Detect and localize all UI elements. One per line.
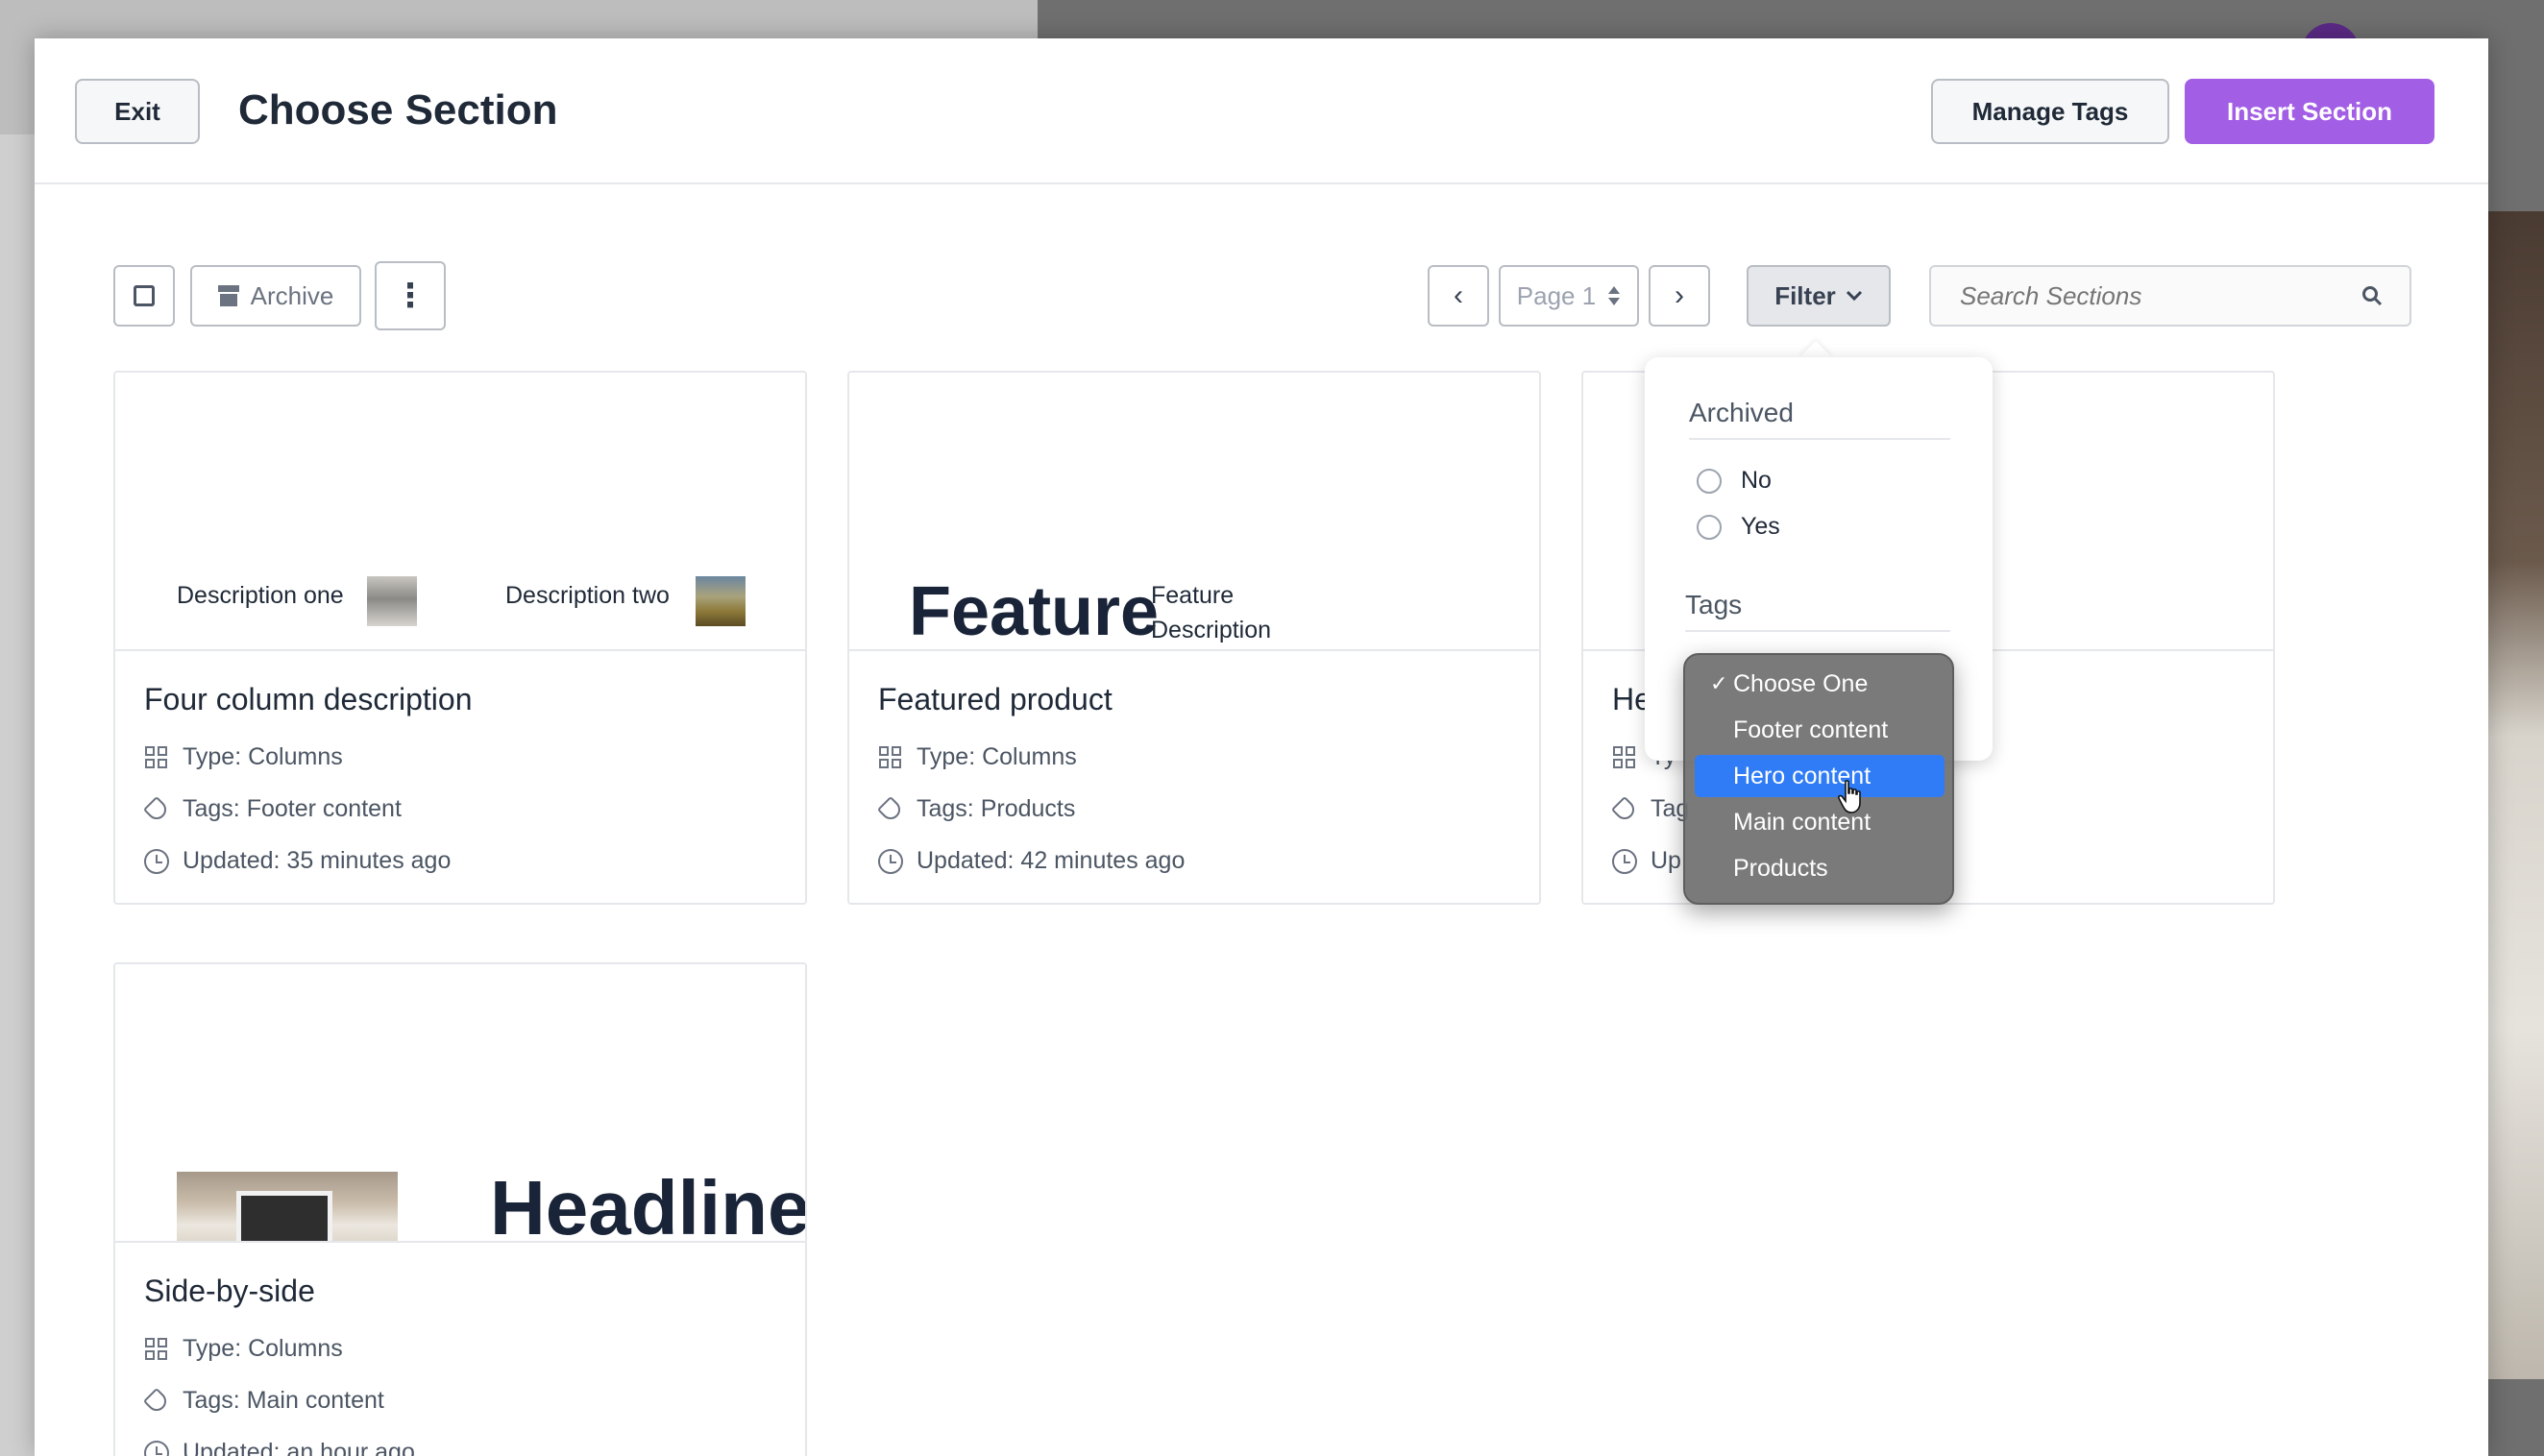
- card-preview: Feature Feature Description: [849, 373, 1539, 651]
- preview-feature-description: Feature Description: [1151, 582, 1272, 643]
- card-tags: Tags: Products: [876, 795, 1076, 823]
- archive-icon: [217, 285, 239, 306]
- preview-description-one: Description one: [177, 582, 344, 609]
- card-updated: Up: [1612, 847, 1681, 875]
- archived-option-yes[interactable]: Yes: [1697, 513, 1780, 541]
- card-updated: Updated: an hour ago: [144, 1439, 415, 1456]
- clock-icon: [1612, 848, 1637, 874]
- card-type-text: Type: Columns: [917, 743, 1077, 770]
- option-label: Choose One: [1733, 669, 1869, 697]
- modal-header: Exit Choose Section Manage Tags Insert S…: [35, 38, 2488, 184]
- card-tags-text: Tags: Main content: [183, 1387, 384, 1414]
- page-title: Choose Section: [238, 86, 558, 133]
- tag-icon: [1610, 795, 1639, 823]
- card-tags: Tags: Footer content: [142, 795, 402, 823]
- tag-icon: [876, 795, 905, 823]
- checkbox-icon: [134, 285, 155, 306]
- radio-label: No: [1741, 467, 1772, 494]
- card-type-text: Type: Columns: [183, 1335, 343, 1362]
- exit-button[interactable]: Exit: [75, 79, 200, 144]
- select-option-products[interactable]: Products: [1695, 847, 1945, 889]
- filter-button[interactable]: Filter: [1747, 265, 1891, 327]
- clock-icon: [144, 848, 169, 874]
- page-select-value: Page 1: [1516, 280, 1597, 310]
- card-preview: Headline: [115, 964, 805, 1243]
- card-type-text: Type: Columns: [183, 743, 343, 770]
- page-select[interactable]: Page 1: [1499, 265, 1639, 327]
- radio-label: Yes: [1741, 513, 1780, 540]
- card-title: Featured product: [878, 682, 1113, 716]
- select-option-footer-content[interactable]: Footer content: [1695, 709, 1945, 751]
- preview-thumbnail: [367, 576, 417, 626]
- card-tags: Tag: [1610, 795, 1689, 823]
- filter-label: Filter: [1774, 280, 1836, 310]
- search-icon[interactable]: [2361, 285, 2383, 306]
- search-input[interactable]: [1960, 280, 2325, 311]
- card-title: Side-by-side: [144, 1274, 315, 1308]
- card-updated-text: Updated: 42 minutes ago: [917, 847, 1186, 874]
- radio-button[interactable]: [1697, 514, 1722, 540]
- card-tags-text: Tags: Products: [917, 795, 1076, 822]
- card-updated-text: Updated: 35 minutes ago: [183, 847, 452, 874]
- background-image: [2488, 211, 2544, 1379]
- tag-icon: [142, 1387, 171, 1415]
- manage-tags-button[interactable]: Manage Tags: [1931, 79, 2169, 144]
- grid-icon: [144, 1337, 169, 1362]
- insert-section-button[interactable]: Insert Section: [2185, 79, 2434, 144]
- section-card[interactable]: Feature Feature Description Featured pro…: [847, 371, 1541, 905]
- preview-feature-heading: Feature: [909, 573, 1160, 650]
- more-options-button[interactable]: ⋮: [375, 261, 446, 330]
- archived-heading: Archived: [1689, 398, 1794, 427]
- preview-thumbnail: [696, 576, 746, 626]
- preview-image: [177, 1172, 398, 1241]
- section-card[interactable]: Headline Side-by-side Type: Columns Tags…: [113, 962, 807, 1456]
- archive-label: Archive: [250, 280, 334, 310]
- card-preview: Description one Description two: [115, 373, 805, 651]
- card-type: Type: Columns: [144, 1335, 343, 1363]
- card-updated: Updated: 42 minutes ago: [878, 847, 1185, 875]
- hand-cursor-icon: [1838, 780, 1861, 813]
- card-type: Type: Columns: [878, 743, 1077, 771]
- clock-icon: [878, 848, 903, 874]
- card-tags-text: Tags: Footer content: [183, 795, 402, 822]
- select-all-checkbox[interactable]: [113, 265, 175, 327]
- divider: [1685, 630, 1950, 632]
- option-label: Products: [1733, 854, 1828, 882]
- select-option-hero-content[interactable]: Hero content: [1695, 755, 1945, 797]
- archived-option-no[interactable]: No: [1697, 467, 1772, 495]
- card-tags: Tags: Main content: [142, 1387, 384, 1415]
- card-updated: Updated: 35 minutes ago: [144, 847, 451, 875]
- select-option-main-content[interactable]: Main content: [1695, 801, 1945, 843]
- updown-arrows-icon: [1608, 286, 1621, 305]
- card-title: Four column description: [144, 682, 473, 716]
- grid-icon: [878, 745, 903, 770]
- card-updated-text: Up: [1651, 847, 1681, 874]
- tags-select-menu[interactable]: ✓ Choose One Footer content Hero content…: [1683, 653, 1954, 905]
- previous-page-button[interactable]: ‹: [1428, 265, 1489, 327]
- choose-section-modal: Exit Choose Section Manage Tags Insert S…: [35, 38, 2488, 1456]
- tags-heading: Tags: [1685, 590, 1743, 619]
- next-page-button[interactable]: ›: [1649, 265, 1710, 327]
- section-card[interactable]: Description one Description two Four col…: [113, 371, 807, 905]
- grid-icon: [144, 745, 169, 770]
- archive-button[interactable]: Archive: [190, 265, 361, 327]
- card-updated-text: Updated: an hour ago: [183, 1439, 415, 1456]
- checkmark-icon: ✓: [1710, 671, 1728, 695]
- grid-icon: [1612, 745, 1637, 770]
- chevron-down-icon: [1846, 290, 1862, 302]
- divider: [1689, 438, 1950, 440]
- card-type: Type: Columns: [144, 743, 343, 771]
- select-option-choose-one[interactable]: ✓ Choose One: [1695, 663, 1945, 705]
- preview-headline: Headline: [490, 1165, 805, 1243]
- search-field[interactable]: [1929, 265, 2411, 327]
- preview-description-two: Description two: [505, 582, 670, 609]
- laptop-shape: [236, 1191, 332, 1241]
- clock-icon: [144, 1440, 169, 1456]
- tag-icon: [142, 795, 171, 823]
- radio-button[interactable]: [1697, 468, 1722, 494]
- option-label: Footer content: [1733, 716, 1889, 743]
